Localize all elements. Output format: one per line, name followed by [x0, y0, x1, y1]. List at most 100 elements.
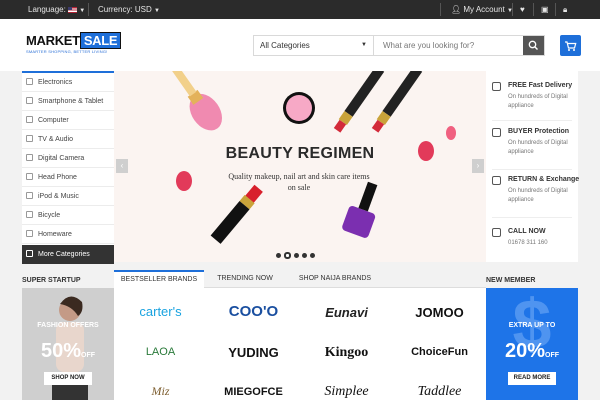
service-desc: On hundreds of Digital appliance — [508, 94, 568, 109]
sidebar-item-label: TV & Audio — [38, 136, 74, 143]
truck-icon — [492, 82, 501, 91]
compare-icon[interactable]: ▣ — [541, 5, 549, 14]
chevron-down-icon: ▼ — [154, 8, 160, 14]
search-icon — [528, 40, 538, 50]
computer-icon — [26, 116, 33, 123]
service-title: RETURN & Exchange — [508, 176, 580, 183]
sidebar-item-tv-audio[interactable]: TV & Audio — [22, 130, 114, 149]
tab-trending-now[interactable]: TRENDING NOW — [210, 270, 280, 288]
tab-shop-naija-brands[interactable]: SHOP NAIJA BRANDS — [290, 270, 380, 288]
tab-bestseller-brands[interactable]: BESTSELLER BRANDS — [114, 270, 204, 288]
brand-logo-laoa[interactable]: LAOA — [114, 346, 207, 358]
sidebar-item-computer[interactable]: Computer — [22, 111, 114, 130]
brand-logo-carters[interactable]: carter's — [114, 304, 207, 319]
carousel-dot[interactable] — [276, 253, 281, 258]
promo-discount: 50%OFF — [22, 340, 114, 363]
sidebar-item-bicycle[interactable]: Bicycle — [22, 206, 114, 225]
sidebar-item-head-phone[interactable]: Head Phone — [22, 168, 114, 187]
brand-logo-choicefun[interactable]: ChoiceFun — [393, 346, 486, 358]
sidebar-item-label: iPod & Music — [38, 193, 79, 200]
sidebar-item-label: Digital Camera — [38, 155, 85, 162]
logo-tagline: SMARTER SHOPPING, BETTER LIVING! — [26, 49, 108, 54]
brand-logo-jomoo[interactable]: JOMOO — [393, 305, 486, 320]
fashion-promo-card[interactable]: FASHION OFFERS 50%OFF SHOP NOW — [22, 288, 114, 400]
brand-logo-kingoo[interactable]: Kingoo — [300, 345, 393, 361]
service-title: FREE Fast Delivery — [508, 82, 573, 89]
phone-icon — [492, 228, 501, 237]
divider — [492, 169, 572, 170]
search-input[interactable] — [375, 36, 525, 55]
carousel-dot-active[interactable] — [284, 252, 291, 259]
brand-tabs: BESTSELLER BRANDS TRENDING NOW SHOP NAIJ… — [114, 270, 486, 288]
category-sidebar: Electronics Smartphone & Tablet Computer… — [22, 71, 114, 264]
brand-logo-taddlee[interactable]: Taddlee — [393, 384, 486, 400]
headphone-icon — [26, 173, 33, 180]
home-icon — [26, 230, 33, 237]
language-selector[interactable]: Language: ▼ — [28, 5, 85, 14]
promo-off: OFF — [81, 352, 96, 359]
camera-icon — [26, 154, 33, 161]
sidebar-item-more-categories[interactable]: More Categories — [22, 245, 114, 264]
shop-now-button[interactable]: SHOP NOW — [44, 372, 92, 385]
bolt-icon — [26, 78, 33, 85]
bicycle-icon — [26, 211, 33, 218]
banner-subtitle: Quality makeup, nail art and skin care i… — [228, 172, 370, 192]
brand-logo-simplee[interactable]: Simplee — [300, 384, 393, 400]
brand-logo-cooo[interactable]: COO'O — [207, 303, 300, 320]
service-title: CALL NOW — [508, 228, 546, 235]
search-bar: All Categories ▼ — [253, 35, 545, 56]
refresh-icon — [492, 176, 501, 185]
music-icon — [26, 192, 33, 199]
divider — [555, 3, 556, 16]
carousel-dots — [276, 245, 318, 262]
sidebar-item-label: Electronics — [38, 79, 73, 86]
sidebar-item-label: Homeware — [38, 231, 72, 238]
promo-percent: 20% — [504, 340, 546, 362]
brand-logo-miz[interactable]: Miz — [114, 384, 207, 399]
shield-icon — [492, 128, 501, 137]
hero-banner[interactable]: ‹ › BEAUTY REGIMEN Quality makeup, nail … — [114, 71, 486, 262]
cart-button[interactable] — [560, 35, 581, 56]
sidebar-item-label: Computer — [38, 117, 69, 124]
carousel-dot[interactable] — [302, 253, 307, 258]
category-select[interactable]: All Categories ▼ — [254, 36, 374, 55]
sidebar-item-ipod-music[interactable]: iPod & Music — [22, 187, 114, 206]
divider — [533, 3, 534, 16]
new-member-promo-card[interactable]: $ EXTRA UP TO 20%OFF READ MORE — [486, 288, 578, 400]
grid-icon — [26, 250, 33, 257]
sidebar-item-label: Head Phone — [38, 174, 77, 181]
service-desc: On hundreds of Digital appliance — [508, 140, 568, 155]
carousel-dot[interactable] — [310, 253, 315, 258]
site-logo[interactable]: MARKET SALE SMARTER SHOPPING, BETTER LIVI… — [26, 32, 122, 54]
service-desc: On hundreds of Digital appliance — [508, 188, 568, 203]
wishlist-heart-icon[interactable]: ♥ — [520, 5, 525, 14]
divider — [492, 120, 572, 121]
phone-icon — [26, 97, 33, 104]
sidebar-item-label: Smartphone & Tablet — [38, 98, 104, 105]
brand-logo-eunavi[interactable]: Eunavi — [300, 305, 393, 320]
section-title-new-member: NEW MEMBER — [486, 277, 536, 284]
sidebar-item-smartphone-tablet[interactable]: Smartphone & Tablet — [22, 92, 114, 111]
my-account-menu[interactable]: 👤︎ My Account ▼ — [451, 5, 513, 14]
sidebar-item-electronics[interactable]: Electronics — [22, 73, 114, 92]
sidebar-item-label: Bicycle — [38, 212, 61, 219]
services-panel: FREE Fast Delivery On hundreds of Digita… — [486, 71, 580, 262]
sidebar-item-homeware[interactable]: Homeware — [22, 225, 114, 244]
currency-selector[interactable]: Currency: USD ▼ — [98, 5, 160, 14]
logo-text: MARKET — [26, 33, 80, 48]
divider — [440, 3, 441, 16]
banner-title: BEAUTY REGIMEN — [225, 145, 375, 162]
brand-logo-miegofce[interactable]: MIEGOFCE — [207, 386, 300, 398]
lock-icon[interactable]: 🔒︎ — [563, 5, 567, 15]
brand-logo-yuding[interactable]: YUDING — [207, 345, 300, 360]
carousel-dot[interactable] — [294, 253, 299, 258]
service-desc: 01678 311 160 — [508, 240, 548, 246]
search-button[interactable] — [523, 36, 544, 55]
tv-icon — [26, 135, 33, 142]
sidebar-item-digital-camera[interactable]: Digital Camera — [22, 149, 114, 168]
read-more-button[interactable]: READ MORE — [508, 372, 556, 385]
site-header: MARKET SALE SMARTER SHOPPING, BETTER LIVI… — [0, 19, 600, 71]
makeup-illustration — [163, 71, 456, 244]
us-flag-icon — [68, 6, 78, 13]
divider — [512, 3, 513, 16]
